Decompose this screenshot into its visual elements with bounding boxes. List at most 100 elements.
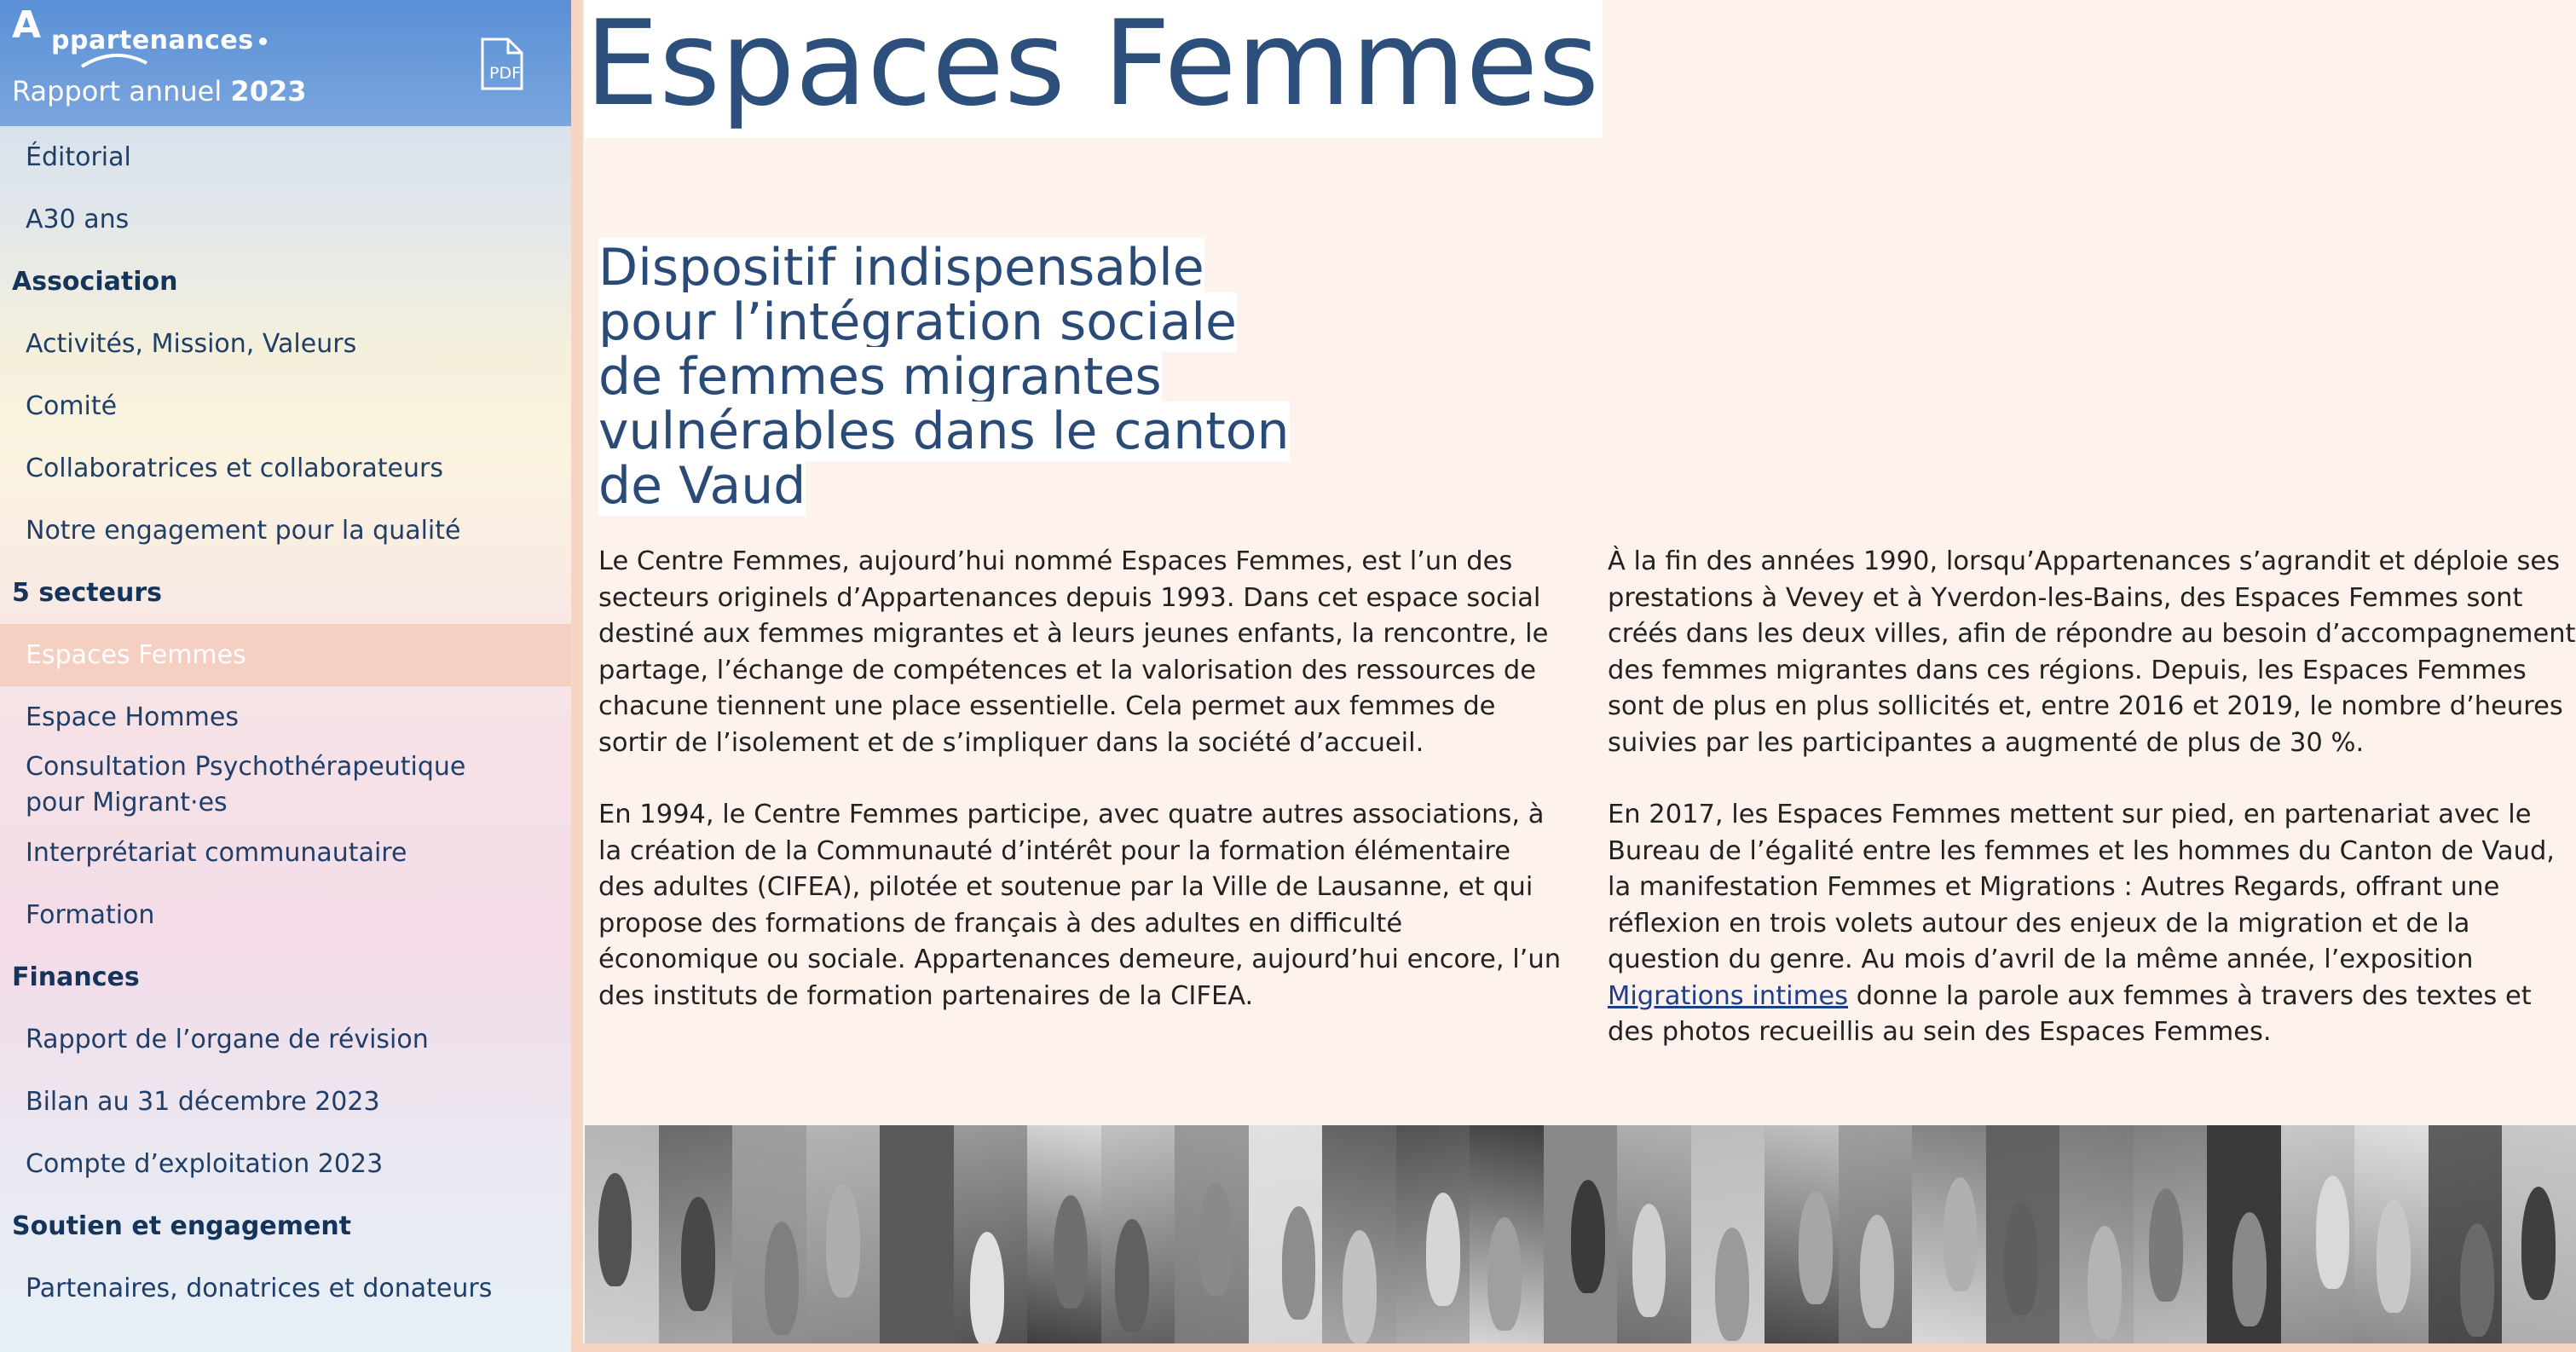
pdf-icon: PDF [481, 38, 523, 90]
sidebar-item-qualite[interactable]: Notre engagement pour la qualité [0, 500, 571, 562]
photo-figure [2377, 1199, 2411, 1314]
paragraph: En 1994, le Centre Femmes participe, ave… [598, 800, 1562, 1011]
sidebar-item-compte[interactable]: Compte d’exploitation 2023 [0, 1133, 571, 1195]
sidebar-item-consultation-label: Consultation Psychothérapeutique pour Mi… [26, 752, 466, 818]
page-subtitle-text: Dispositif indispensable pour l’intégrat… [598, 238, 1290, 516]
photo-tile [2133, 1125, 2208, 1343]
sidebar-item-partenaires[interactable]: Partenaires, donatrices et donateurs [0, 1257, 571, 1320]
photo-figure [2088, 1225, 2122, 1339]
page-title: Espaces Femmes [585, 0, 1603, 138]
sidebar-section-soutien: Soutien et engagement [12, 1211, 352, 1241]
photo-tile [2354, 1125, 2429, 1343]
photo-figure [1426, 1193, 1460, 1307]
pdf-download-button[interactable]: PDF [474, 36, 532, 94]
sidebar-item-comite[interactable]: Comité [0, 375, 571, 437]
photo-tile [2059, 1125, 2134, 1343]
sidebar: A ppartenances Rapport annuel 2023 PDF É… [0, 0, 571, 1352]
photo-tile [585, 1125, 659, 1343]
sidebar-item-formation[interactable]: Formation [0, 884, 571, 946]
left-text-column: Le Centre Femmes, aujourd’hui nommé Espa… [598, 544, 1562, 1050]
paragraph: Le Centre Femmes, aujourd’hui nommé Espa… [598, 546, 1549, 758]
photo-tile [1248, 1125, 1323, 1343]
photo-tile [953, 1125, 1028, 1343]
right-text-column: À la fin des années 1990, lorsqu’Apparte… [1608, 544, 2576, 1087]
photo-figure [2232, 1212, 2267, 1326]
photo-strip [585, 1125, 2576, 1343]
sidebar-item-bilan[interactable]: Bilan au 31 décembre 2023 [0, 1071, 571, 1133]
photo-tile [732, 1125, 806, 1343]
logo-letter: A [12, 3, 42, 47]
photo-figure [1632, 1204, 1666, 1318]
bottom-border [583, 1343, 2576, 1352]
photo-figure [970, 1232, 1005, 1343]
sidebar-item-editorial[interactable]: Éditorial [0, 126, 571, 188]
photo-tile [2428, 1125, 2503, 1343]
photo-tile [1470, 1125, 1544, 1343]
sidebar-item-espace-hommes[interactable]: Espace Hommes [0, 686, 571, 748]
photo-figure [1799, 1190, 1833, 1304]
sidebar-section-finances: Finances [12, 962, 140, 992]
photo-tile [1175, 1125, 1249, 1343]
sidebar-item-collaborateurs[interactable]: Collaboratrices et collaborateurs [0, 437, 571, 500]
report-year: 2023 [230, 75, 307, 107]
photo-tile [2502, 1125, 2576, 1343]
photo-figure [2004, 1201, 2039, 1315]
photo-figure [1054, 1194, 1089, 1309]
main-content: Espaces Femmes Dispositif indispensable … [583, 0, 2576, 1352]
photo-figure [2148, 1188, 2183, 1303]
photo-tile [880, 1125, 954, 1343]
photo-figure [1115, 1219, 1149, 1333]
photo-tile [658, 1125, 733, 1343]
logo-dot [259, 38, 267, 45]
photo-tile [1543, 1125, 1618, 1343]
paragraph: En 2017, les Espaces Femmes mettent sur … [1608, 797, 2576, 1051]
photo-tile [1765, 1125, 1839, 1343]
paragraph: À la fin des années 1990, lorsqu’Apparte… [1608, 546, 2576, 758]
photo-figure [681, 1197, 716, 1311]
svg-text:PDF: PDF [489, 64, 521, 83]
photo-figure [1343, 1229, 1378, 1343]
photo-figure [2315, 1175, 2350, 1289]
photo-tile [806, 1125, 881, 1343]
sidebar-header: A ppartenances Rapport annuel 2023 PDF [0, 0, 571, 126]
photo-figure [1198, 1182, 1233, 1296]
photo-tile [1395, 1125, 1470, 1343]
logo-swoosh-icon [80, 54, 147, 68]
photo-tile [1617, 1125, 1691, 1343]
photo-figure [1487, 1216, 1522, 1331]
sidebar-item-interpretariat[interactable]: Interprétariat communautaire [0, 822, 571, 884]
sidebar-item-consultation[interactable]: Consultation Psychothérapeutique pour Mi… [0, 748, 571, 822]
sidebar-item-activites[interactable]: Activités, Mission, Valeurs [0, 313, 571, 375]
photo-figure [2521, 1186, 2556, 1300]
sidebar-item-revision[interactable]: Rapport de l’organe de révision [0, 1008, 571, 1071]
photo-tile [1690, 1125, 1765, 1343]
photo-tile [1100, 1125, 1175, 1343]
photo-figure [1859, 1214, 1894, 1329]
photo-figure [1281, 1205, 1316, 1320]
sidebar-item-espaces-femmes[interactable]: Espaces Femmes [0, 624, 571, 686]
photo-tile [1322, 1125, 1396, 1343]
sidebar-divider [571, 0, 583, 1352]
paragraph-text: En 2017, les Espaces Femmes mettent sur … [1608, 800, 2556, 974]
photo-figure [825, 1184, 860, 1298]
photo-tile [1838, 1125, 1913, 1343]
report-title: Rapport annuel 2023 [12, 75, 306, 107]
photo-figure [598, 1173, 632, 1287]
photo-tile [1985, 1125, 2060, 1343]
page-subtitle: Dispositif indispensable pour l’intégrat… [598, 238, 1297, 516]
photo-figure [1943, 1177, 1978, 1291]
photo-tile [2207, 1125, 2281, 1343]
sidebar-section-secteurs: 5 secteurs [12, 578, 163, 608]
appartenances-logo[interactable]: A ppartenances [12, 3, 268, 68]
photo-tile [2280, 1125, 2355, 1343]
sidebar-section-association: Association [12, 267, 178, 297]
photo-tile [1912, 1125, 1986, 1343]
report-prefix: Rapport annuel [12, 75, 222, 107]
photo-figure [2460, 1223, 2494, 1338]
migrations-intimes-link[interactable]: Migrations intimes [1608, 981, 1848, 1011]
photo-figure [765, 1221, 799, 1335]
photo-figure [1570, 1180, 1605, 1294]
sidebar-nav: Éditorial A30 ans Association Activités,… [0, 126, 571, 1320]
photo-tile [1027, 1125, 1101, 1343]
sidebar-item-a30-ans[interactable]: A30 ans [0, 188, 571, 251]
